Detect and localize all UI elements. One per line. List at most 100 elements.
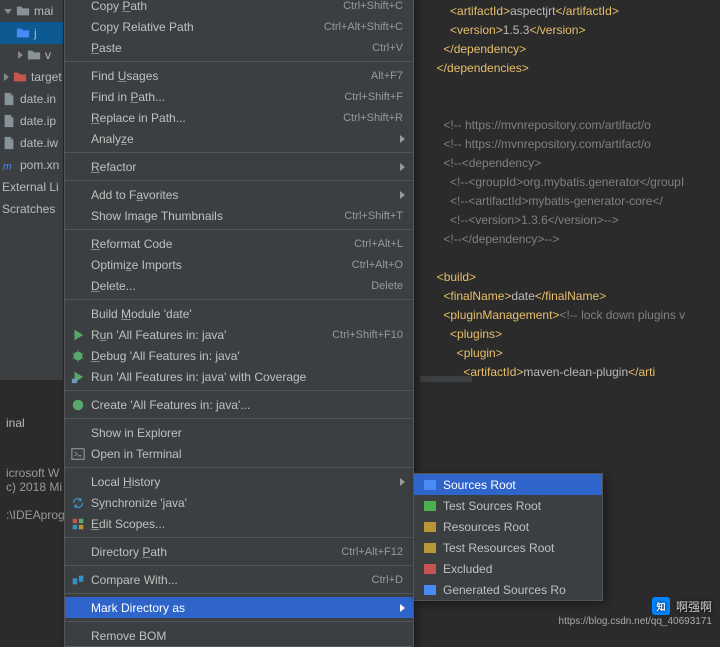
menu-item[interactable]: Directory PathCtrl+Alt+F12	[65, 541, 413, 562]
menu-item[interactable]: Find Usages Alt+F7	[65, 65, 413, 86]
menu-item-label: Analyze	[91, 132, 134, 146]
svg-text:m: m	[3, 160, 12, 172]
code-line[interactable]: <artifactId>maven-clean-plugin</arti	[430, 363, 720, 380]
tree-item[interactable]: target	[0, 66, 63, 88]
code-line[interactable]: <!-- https://mvnrepository.com/artifact/…	[430, 135, 720, 154]
menu-item[interactable]: Optimize Imports Ctrl+Alt+O	[65, 254, 413, 275]
code-editor[interactable]: <artifactId>aspectjrt</artifactId> <vers…	[420, 0, 720, 380]
menu-item-label: Add to Favorites	[91, 188, 178, 202]
menu-item[interactable]: Compare With...Ctrl+D	[65, 569, 413, 590]
menu-item-label: Create 'All Features in: java'...	[91, 398, 250, 412]
menu-item[interactable]: Remove BOM	[65, 625, 413, 646]
menu-item-label: Run 'All Features in: java' with Coverag…	[91, 370, 306, 384]
code-line[interactable]: <pluginManagement><!-- lock down plugins…	[430, 306, 720, 325]
tree-item[interactable]: v	[0, 44, 63, 66]
menu-item[interactable]: Copy Relative Path Ctrl+Alt+Shift+C	[65, 16, 413, 37]
menu-shortcut: Alt+F7	[371, 70, 403, 82]
menu-shortcut: Ctrl+Shift+F	[344, 91, 403, 103]
menu-item[interactable]: Open in Terminal	[65, 443, 413, 464]
folder-color-icon	[424, 480, 436, 490]
menu-item[interactable]: Run 'All Features in: java' with Coverag…	[65, 366, 413, 387]
submenu-item[interactable]: Excluded	[414, 558, 602, 579]
menu-item[interactable]: Mark Directory as	[65, 597, 413, 618]
tree-item[interactable]: External Li	[0, 176, 63, 198]
menu-shortcut: Ctrl+Shift+C	[343, 0, 403, 12]
project-tree[interactable]: maijv targetdate.indate.ipdate.iw m pom.xn E…	[0, 0, 64, 380]
menu-item[interactable]: Copy PathCtrl+Shift+C	[65, 0, 413, 16]
menu-item[interactable]: Replace in Path...Ctrl+Shift+R	[65, 107, 413, 128]
code-line[interactable]: </dependency>	[430, 40, 720, 59]
code-line[interactable]: <!--<artifactId>mybatis-generator-core</	[430, 192, 720, 211]
code-line[interactable]: <plugin>	[430, 344, 720, 363]
submenu-item[interactable]: Test Sources Root	[414, 495, 602, 516]
code-line[interactable]	[430, 78, 720, 97]
menu-item[interactable]: Analyze	[65, 128, 413, 149]
menu-shortcut: Ctrl+Alt+Shift+C	[324, 21, 403, 33]
mark-directory-submenu: Sources RootTest Sources RootResources R…	[413, 473, 603, 601]
menu-item-label: Delete...	[91, 279, 136, 293]
code-line[interactable]	[430, 249, 720, 268]
tree-toggle-icon[interactable]	[4, 9, 12, 14]
menu-separator	[65, 593, 413, 594]
menu-item[interactable]: Debug 'All Features in: java'	[65, 345, 413, 366]
tree-item-label: v	[45, 48, 51, 62]
folder-color-icon	[424, 564, 436, 574]
menu-item-label: Copy Relative Path	[91, 20, 194, 34]
menu-item[interactable]: Show in Explorer	[65, 422, 413, 443]
menu-item[interactable]: Add to Favorites	[65, 184, 413, 205]
folder-icon	[16, 4, 30, 18]
submenu-item[interactable]: Test Resources Root	[414, 537, 602, 558]
submenu-arrow-icon	[400, 478, 405, 486]
menu-item[interactable]: Show Image Thumbnails Ctrl+Shift+T	[65, 205, 413, 226]
menu-item[interactable]: Create 'All Features in: java'...	[65, 394, 413, 415]
tree-item[interactable]: mai	[0, 0, 63, 22]
diff-icon	[71, 573, 85, 587]
code-line[interactable]: <!-- https://mvnrepository.com/artifact/…	[430, 116, 720, 135]
menu-item[interactable]: Local History	[65, 471, 413, 492]
menu-item-label: Optimize Imports	[91, 258, 182, 272]
menu-item[interactable]: Synchronize 'java'	[65, 492, 413, 513]
menu-item[interactable]: Build Module 'date'	[65, 303, 413, 324]
code-line[interactable]: <artifactId>aspectjrt</artifactId>	[430, 2, 720, 21]
code-line[interactable]: <finalName>date</finalName>	[430, 287, 720, 306]
tree-item[interactable]: date.iw	[0, 132, 63, 154]
tree-item[interactable]: j	[0, 22, 63, 44]
code-line[interactable]: <!--<version>1.3.6</version>-->	[430, 211, 720, 230]
menu-item[interactable]: Reformat CodeCtrl+Alt+L	[65, 233, 413, 254]
menu-item[interactable]: Delete...Delete	[65, 275, 413, 296]
menu-item-label: Local History	[91, 475, 160, 489]
menu-separator	[65, 61, 413, 62]
code-line[interactable]: <plugins>	[430, 325, 720, 344]
tree-item[interactable]: date.in	[0, 88, 63, 110]
tree-item-label: pom.xn	[20, 158, 59, 172]
code-line[interactable]: </dependencies>	[430, 59, 720, 78]
menu-item[interactable]: Run 'All Features in: java'Ctrl+Shift+F1…	[65, 324, 413, 345]
menu-shortcut: Ctrl+Shift+T	[344, 210, 403, 222]
tree-toggle-icon[interactable]	[4, 73, 9, 81]
context-menu: Copy PathCtrl+Shift+CCopy Relative PathC…	[64, 0, 414, 647]
menu-item[interactable]: Refactor	[65, 156, 413, 177]
submenu-item[interactable]: Resources Root	[414, 516, 602, 537]
watermark: 知 啊强啊	[652, 597, 712, 615]
menu-item-label: Show Image Thumbnails	[91, 209, 223, 223]
tree-item[interactable]: Scratches	[0, 198, 63, 220]
code-line[interactable]: <!--</dependency>-->	[430, 230, 720, 249]
submenu-item[interactable]: Generated Sources Ro	[414, 579, 602, 600]
submenu-item[interactable]: Sources Root	[414, 474, 602, 495]
code-line[interactable]: <!--<dependency>	[430, 154, 720, 173]
menu-item[interactable]: PasteCtrl+V	[65, 37, 413, 58]
menu-item-label: Synchronize 'java'	[91, 496, 187, 510]
code-line[interactable]	[430, 97, 720, 116]
menu-item[interactable]: Edit Scopes...	[65, 513, 413, 534]
menu-shortcut: Ctrl+Alt+L	[354, 238, 403, 250]
tree-toggle-icon[interactable]	[18, 51, 23, 59]
code-line[interactable]: <!--<groupId>org.mybatis.generator</grou…	[430, 173, 720, 192]
code-line[interactable]: <build>	[430, 268, 720, 287]
menu-item-label: Find Usages	[91, 69, 158, 83]
code-line[interactable]: <version>1.5.3</version>	[430, 21, 720, 40]
menu-shortcut: Ctrl+Alt+O	[352, 259, 403, 271]
tree-item[interactable]: m pom.xn	[0, 154, 63, 176]
menu-item-label: Debug 'All Features in: java'	[91, 349, 240, 363]
menu-item[interactable]: Find in Path...Ctrl+Shift+F	[65, 86, 413, 107]
tree-item[interactable]: date.ip	[0, 110, 63, 132]
